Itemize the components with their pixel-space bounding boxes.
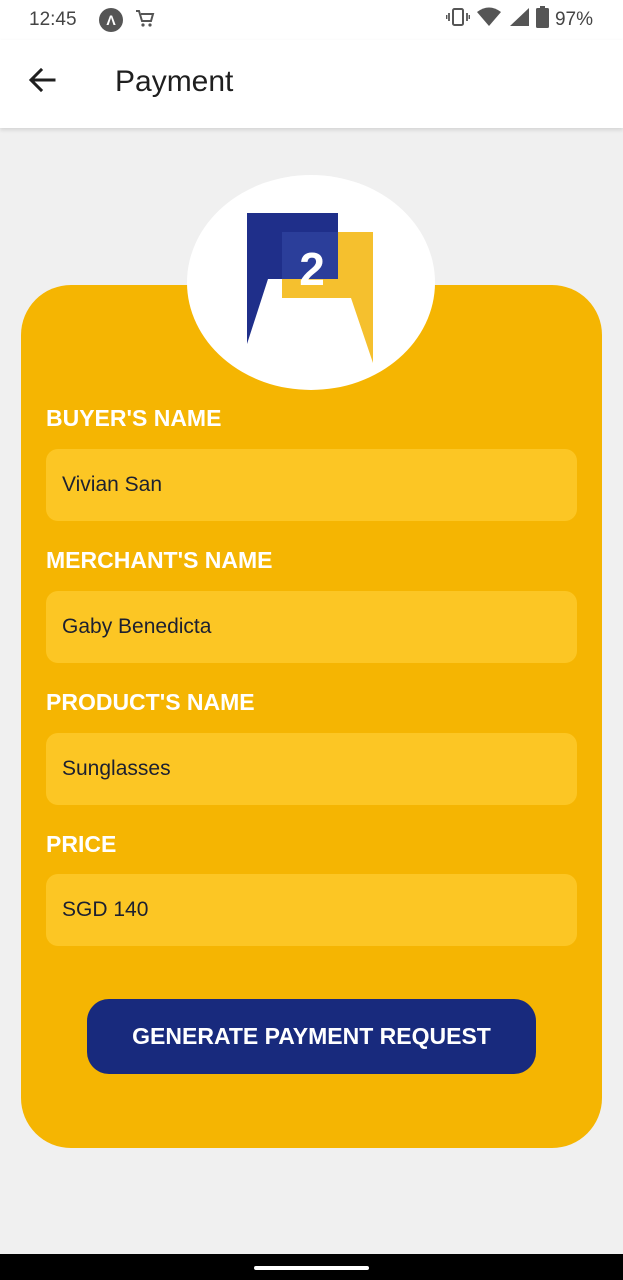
home-indicator[interactable] bbox=[254, 1266, 369, 1270]
arrow-left-icon bbox=[28, 67, 56, 98]
product-name-input[interactable]: Sunglasses bbox=[46, 733, 577, 805]
app-notification-icon: Λ bbox=[99, 8, 123, 32]
merchant-name-label: MERCHANT'S NAME bbox=[46, 547, 273, 573]
navigation-bar bbox=[0, 1254, 623, 1280]
product-name-label: PRODUCT'S NAME bbox=[46, 689, 255, 715]
generate-payment-request-button[interactable]: GENERATE PAYMENT REQUEST bbox=[87, 999, 536, 1074]
back-button[interactable] bbox=[22, 62, 62, 102]
logo-number: 2 bbox=[299, 243, 325, 295]
status-time: 12:45 bbox=[29, 9, 77, 30]
buyer-name-input[interactable]: Vivian San bbox=[46, 449, 577, 521]
buyer-name-value: Vivian San bbox=[62, 473, 163, 496]
price-label: PRICE bbox=[46, 831, 117, 857]
signal-icon bbox=[508, 7, 530, 33]
battery-percentage: 97% bbox=[554, 9, 593, 30]
buyer-name-label: BUYER'S NAME bbox=[46, 405, 222, 431]
status-indicators: 97% bbox=[445, 6, 593, 34]
product-name-value: Sunglasses bbox=[62, 757, 171, 780]
shopping-cart-icon bbox=[134, 7, 156, 35]
status-bar: 12:45 Λ 97% bbox=[0, 0, 623, 40]
logo-graphic: 2 bbox=[247, 213, 373, 363]
price-value: SGD 140 bbox=[62, 898, 149, 921]
price-input[interactable]: SGD 140 bbox=[46, 874, 577, 946]
page-title: Payment bbox=[115, 65, 234, 98]
merchant-name-input[interactable]: Gaby Benedicta bbox=[46, 591, 577, 663]
app-bar: Payment bbox=[0, 40, 623, 128]
merchant-name-value: Gaby Benedicta bbox=[62, 615, 212, 638]
battery-icon bbox=[535, 6, 549, 34]
app-logo: 2 bbox=[187, 175, 435, 390]
vibrate-icon bbox=[445, 7, 471, 33]
wifi-icon bbox=[476, 7, 502, 33]
